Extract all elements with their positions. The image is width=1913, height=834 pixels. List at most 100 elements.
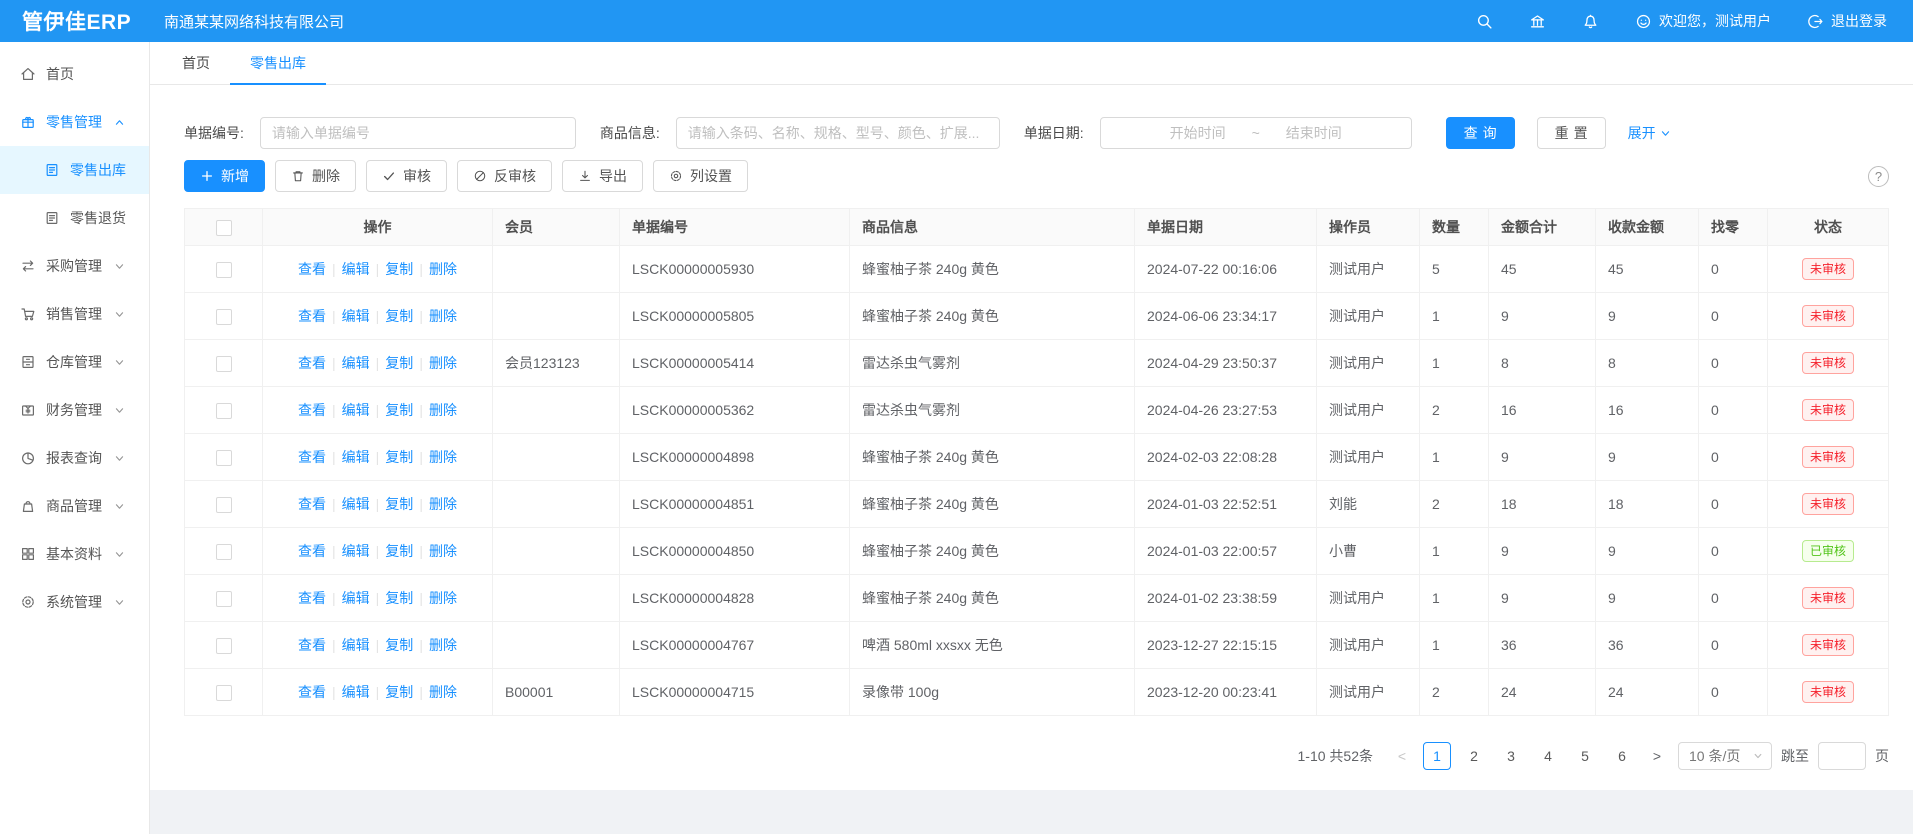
delete-link[interactable]: 删除	[429, 355, 457, 371]
copy-link[interactable]: 复制	[385, 684, 413, 700]
sidebar-item-retail-return[interactable]: 零售退货	[0, 194, 149, 242]
row-checkbox[interactable]	[216, 591, 232, 607]
row-checkbox[interactable]	[216, 685, 232, 701]
user-welcome[interactable]: 欢迎您，测试用户	[1635, 11, 1771, 31]
edit-link[interactable]: 编辑	[342, 684, 370, 700]
delete-link[interactable]: 删除	[429, 684, 457, 700]
audit-button[interactable]: 审核	[366, 160, 447, 192]
copy-link[interactable]: 复制	[385, 449, 413, 465]
view-link[interactable]: 查看	[298, 402, 326, 418]
column-settings-button[interactable]: 列设置	[653, 160, 748, 192]
row-checkbox[interactable]	[216, 309, 232, 325]
copy-link[interactable]: 复制	[385, 261, 413, 277]
edit-link[interactable]: 编辑	[342, 355, 370, 371]
edit-link[interactable]: 编辑	[342, 449, 370, 465]
column-header: 金额合计	[1489, 209, 1596, 246]
copy-link[interactable]: 复制	[385, 496, 413, 512]
sidebar-item-label: 报表查询	[46, 448, 102, 468]
edit-link[interactable]: 编辑	[342, 543, 370, 559]
view-link[interactable]: 查看	[298, 684, 326, 700]
copy-link[interactable]: 复制	[385, 402, 413, 418]
row-checkbox[interactable]	[216, 403, 232, 419]
delete-link[interactable]: 删除	[429, 590, 457, 606]
sidebar-item-home[interactable]: 首页	[0, 50, 149, 98]
delete-link[interactable]: 删除	[429, 261, 457, 277]
edit-link[interactable]: 编辑	[342, 308, 370, 324]
goods-info-input[interactable]	[676, 117, 1000, 149]
sidebar-item-retail[interactable]: 零售管理	[0, 98, 149, 146]
edit-link[interactable]: 编辑	[342, 496, 370, 512]
help-icon[interactable]: ?	[1868, 166, 1889, 187]
chevron-down-icon	[114, 597, 125, 608]
view-link[interactable]: 查看	[298, 449, 326, 465]
copy-link[interactable]: 复制	[385, 543, 413, 559]
copy-link[interactable]: 复制	[385, 590, 413, 606]
delete-link[interactable]: 删除	[429, 637, 457, 653]
jump-to-input[interactable]	[1818, 742, 1866, 770]
sidebar-item-purchase[interactable]: 采购管理	[0, 242, 149, 290]
sidebar-item-base-data[interactable]: 基本资料	[0, 530, 149, 578]
sidebar-item-goods[interactable]: 商品管理	[0, 482, 149, 530]
page-button-4[interactable]: 4	[1534, 742, 1562, 770]
page-button-6[interactable]: 6	[1608, 742, 1636, 770]
row-checkbox[interactable]	[216, 497, 232, 513]
view-link[interactable]: 查看	[298, 543, 326, 559]
select-all-checkbox[interactable]	[216, 220, 232, 236]
bank-icon[interactable]	[1529, 13, 1546, 30]
row-checkbox[interactable]	[216, 544, 232, 560]
bill-no-input[interactable]	[260, 117, 576, 149]
row-checkbox[interactable]	[216, 450, 232, 466]
copy-link[interactable]: 复制	[385, 308, 413, 324]
status-badge: 未审核	[1802, 399, 1854, 421]
cell-operator: 测试用户	[1317, 340, 1420, 387]
sidebar-item-finance[interactable]: 财务管理	[0, 386, 149, 434]
prev-page-button[interactable]: <	[1390, 742, 1414, 770]
sidebar-item-warehouse[interactable]: 仓库管理	[0, 338, 149, 386]
sidebar-item-retail-outbound[interactable]: 零售出库	[0, 146, 149, 194]
row-checkbox[interactable]	[216, 262, 232, 278]
expand-link[interactable]: 展开	[1628, 123, 1671, 143]
copy-link[interactable]: 复制	[385, 637, 413, 653]
delete-button[interactable]: 删除	[275, 160, 356, 192]
page-button-5[interactable]: 5	[1571, 742, 1599, 770]
home-icon	[20, 66, 36, 82]
delete-link[interactable]: 删除	[429, 449, 457, 465]
tab-retail-outbound[interactable]: 零售出库	[230, 42, 326, 85]
view-link[interactable]: 查看	[298, 355, 326, 371]
edit-link[interactable]: 编辑	[342, 637, 370, 653]
sidebar-item-report[interactable]: 报表查询	[0, 434, 149, 482]
reset-button[interactable]: 重置	[1537, 117, 1606, 149]
add-button[interactable]: 新增	[184, 160, 265, 192]
bell-icon[interactable]	[1582, 13, 1599, 30]
sidebar-item-system[interactable]: 系统管理	[0, 578, 149, 626]
page-button-3[interactable]: 3	[1497, 742, 1525, 770]
view-link[interactable]: 查看	[298, 590, 326, 606]
delete-link[interactable]: 删除	[429, 402, 457, 418]
delete-link[interactable]: 删除	[429, 543, 457, 559]
edit-link[interactable]: 编辑	[342, 261, 370, 277]
row-checkbox[interactable]	[216, 356, 232, 372]
view-link[interactable]: 查看	[298, 637, 326, 653]
sidebar-item-sales[interactable]: 销售管理	[0, 290, 149, 338]
date-range-input[interactable]: 开始时间 ~ 结束时间	[1100, 117, 1412, 149]
delete-link[interactable]: 删除	[429, 308, 457, 324]
unaudit-button[interactable]: 反审核	[457, 160, 552, 192]
search-icon[interactable]	[1476, 13, 1493, 30]
export-button[interactable]: 导出	[562, 160, 643, 192]
page-size-select[interactable]: 10 条/页	[1678, 742, 1772, 770]
tab-home[interactable]: 首页	[162, 42, 230, 85]
edit-link[interactable]: 编辑	[342, 402, 370, 418]
view-link[interactable]: 查看	[298, 308, 326, 324]
row-checkbox[interactable]	[216, 638, 232, 654]
delete-link[interactable]: 删除	[429, 496, 457, 512]
chevron-down-icon	[114, 549, 125, 560]
copy-link[interactable]: 复制	[385, 355, 413, 371]
page-button-2[interactable]: 2	[1460, 742, 1488, 770]
search-button[interactable]: 查询	[1446, 117, 1515, 149]
view-link[interactable]: 查看	[298, 496, 326, 512]
view-link[interactable]: 查看	[298, 261, 326, 277]
logout-button[interactable]: 退出登录	[1807, 11, 1887, 31]
edit-link[interactable]: 编辑	[342, 590, 370, 606]
page-button-1[interactable]: 1	[1423, 742, 1451, 770]
next-page-button[interactable]: >	[1645, 742, 1669, 770]
